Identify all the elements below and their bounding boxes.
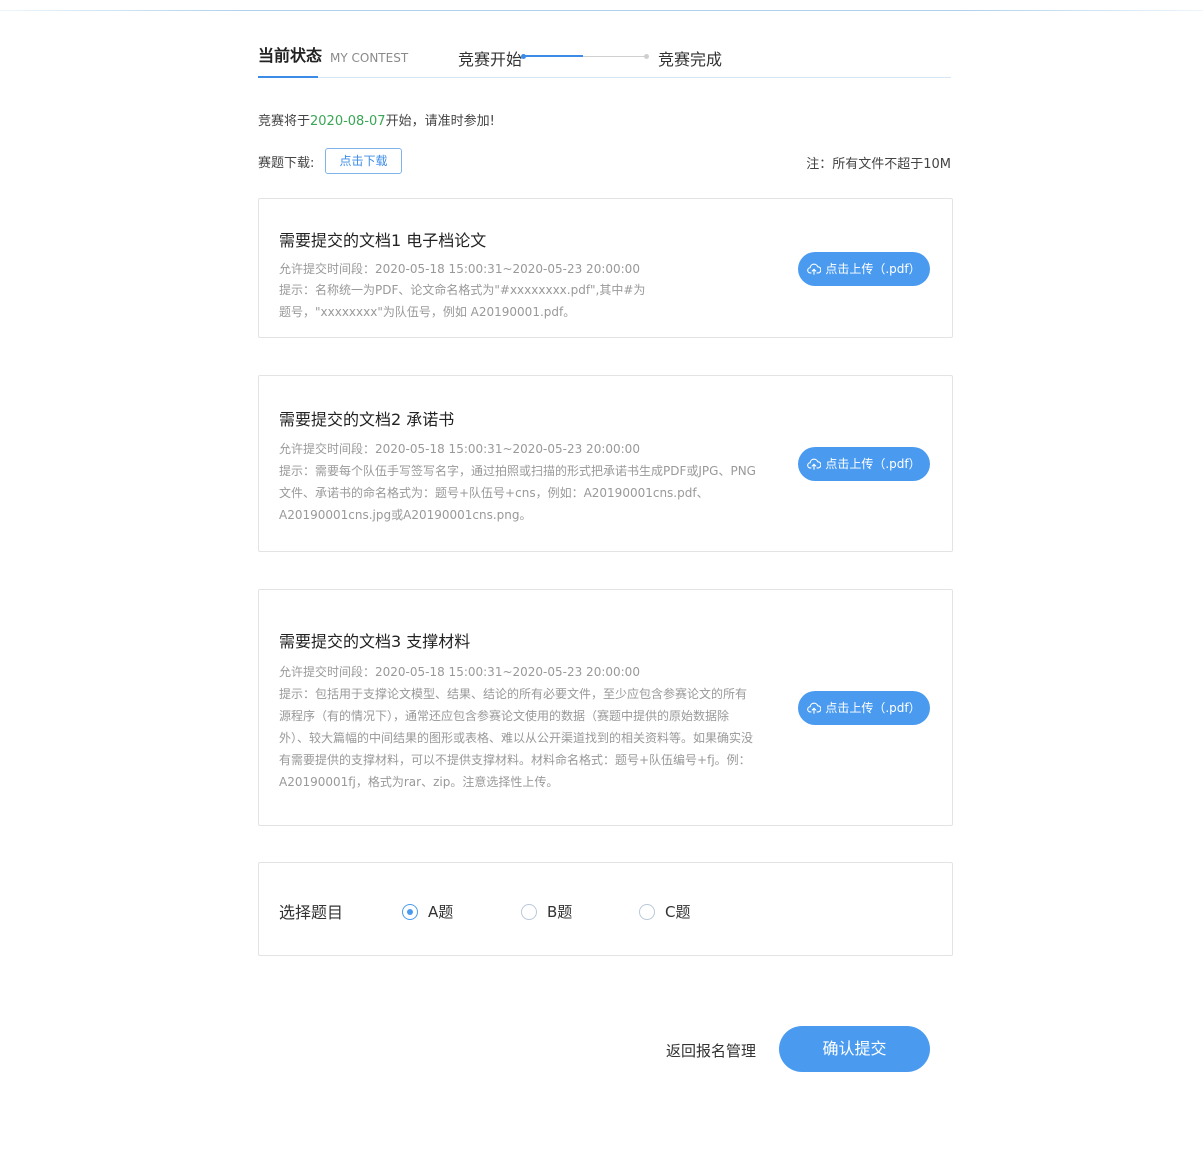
- topic-select-card: 选择题目 A题 B题 C题: [258, 862, 953, 956]
- radio-topic-b[interactable]: B题: [521, 901, 572, 922]
- step-progress-fill: [523, 55, 583, 57]
- download-label: 赛题下载:: [258, 156, 315, 171]
- document-period: 允许提交时间段：2020-05-18 15:00:31~2020-05-23 2…: [279, 665, 640, 679]
- tab-current-status[interactable]: 当前状态: [258, 42, 322, 78]
- download-row: 赛题下载: 点击下载 注：所有文件不超于10M: [258, 148, 951, 174]
- document-card-1: 需要提交的文档1 电子档论文 允许提交时间段：2020-05-18 15:00:…: [258, 198, 953, 338]
- upload-label: 点击上传（.pdf）: [825, 701, 921, 715]
- upload-button[interactable]: 点击上传（.pdf）: [798, 447, 930, 481]
- notice-prefix: 竞赛将于: [258, 114, 311, 129]
- document-hint: 提示：包括用于支撑论文模型、结果、结论的所有必要文件，至少应包含参赛论文的所有源…: [279, 687, 754, 789]
- file-size-note: 注：所有文件不超于10M: [806, 157, 951, 172]
- status-tabbar: 当前状态 MY CONTEST 竞赛开始 竞赛完成: [258, 42, 951, 78]
- document-title: 需要提交的文档3 支撑材料: [279, 632, 471, 651]
- document-card-3: 需要提交的文档3 支撑材料 允许提交时间段：2020-05-18 15:00:3…: [258, 589, 953, 826]
- document-card-2: 需要提交的文档2 承诺书 允许提交时间段：2020-05-18 15:00:31…: [258, 375, 953, 552]
- topic-select-label: 选择题目: [279, 903, 344, 922]
- document-title: 需要提交的文档2 承诺书: [279, 410, 455, 429]
- step-contest-start: 竞赛开始: [458, 50, 523, 69]
- back-to-registration-link[interactable]: 返回报名管理: [666, 1040, 756, 1061]
- upload-label: 点击上传（.pdf）: [825, 262, 921, 276]
- cloud-upload-icon: [807, 458, 822, 470]
- cloud-upload-icon: [807, 263, 822, 275]
- document-hint: 提示：名称统一为PDF、论文命名格式为"#xxxxxxxx.pdf",其中#为题…: [279, 283, 646, 319]
- top-divider: [0, 10, 1203, 11]
- document-period: 允许提交时间段：2020-05-18 15:00:31~2020-05-23 2…: [279, 442, 640, 456]
- download-button[interactable]: 点击下载: [325, 148, 402, 174]
- confirm-submit-button[interactable]: 确认提交: [779, 1026, 930, 1072]
- document-hint: 提示：需要每个队伍手写签写名字，通过拍照或扫描的形式把承诺书生成PDF或JPG、…: [279, 464, 756, 522]
- radio-unchecked-icon: [639, 903, 655, 920]
- cloud-upload-icon: [807, 702, 822, 714]
- radio-unchecked-icon: [521, 903, 537, 920]
- contest-notice: 竞赛将于2020-08-07开始，请准时参加!: [258, 110, 495, 129]
- tab-current-status-sub: MY CONTEST: [330, 51, 409, 65]
- radio-topic-c[interactable]: C题: [639, 901, 690, 922]
- radio-label: C题: [665, 903, 691, 921]
- notice-suffix: 开始，请准时参加!: [385, 114, 495, 129]
- step-end-dot: [644, 54, 649, 59]
- notice-date: 2020-08-07: [310, 114, 386, 129]
- radio-label: B题: [547, 903, 573, 921]
- radio-checked-icon: [402, 903, 418, 920]
- document-title: 需要提交的文档1 电子档论文: [279, 231, 487, 250]
- upload-label: 点击上传（.pdf）: [825, 457, 921, 471]
- upload-button[interactable]: 点击上传（.pdf）: [798, 691, 930, 725]
- document-period: 允许提交时间段：2020-05-18 15:00:31~2020-05-23 2…: [279, 262, 640, 276]
- step-contest-done: 竞赛完成: [658, 50, 723, 69]
- step-start-dot: [521, 54, 526, 59]
- radio-label: A题: [428, 903, 454, 921]
- tab-active-indicator: [258, 76, 318, 78]
- radio-topic-a[interactable]: A题: [402, 901, 453, 922]
- upload-button[interactable]: 点击上传（.pdf）: [798, 252, 930, 286]
